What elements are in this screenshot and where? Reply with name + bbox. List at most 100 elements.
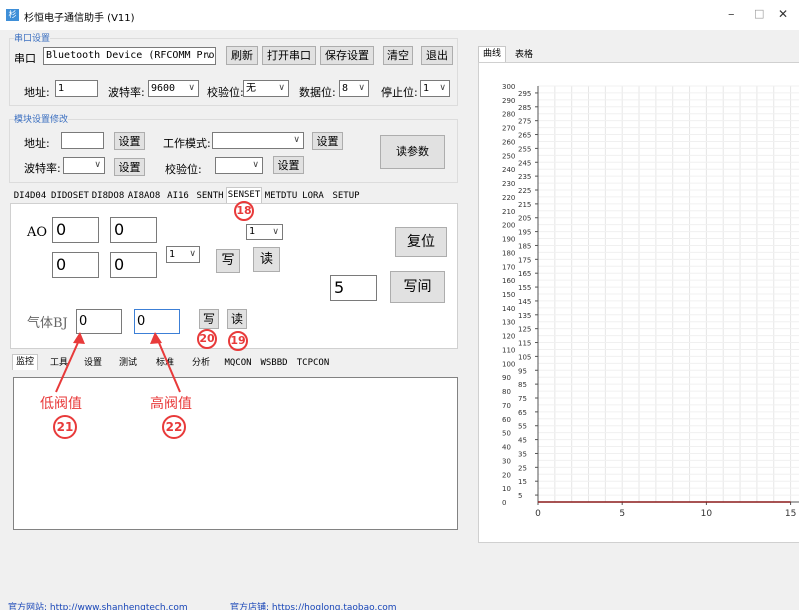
serial-settings-title: 串口设置 xyxy=(14,31,51,44)
stopbits-label: 停止位: xyxy=(381,86,418,99)
top-channel-select[interactable]: 1 ∨ xyxy=(246,224,283,240)
tab-analysis[interactable]: 分析 xyxy=(188,356,214,370)
module-address-set-button[interactable]: 设置 xyxy=(114,132,145,150)
module-baud-label: 波特率: xyxy=(24,162,61,175)
close-button[interactable]: ✕ xyxy=(778,7,788,21)
tab-monitor[interactable]: 监控 xyxy=(12,354,38,370)
tab-di4d04[interactable]: DI4D04 xyxy=(12,189,48,203)
tab-tools[interactable]: 工具 xyxy=(46,356,72,370)
chevron-down-icon: ∨ xyxy=(272,227,279,237)
y-tick-label: 45 xyxy=(518,437,527,445)
databits-select[interactable]: 8 ∨ xyxy=(339,80,369,97)
y-tick-label: 185 xyxy=(518,242,531,250)
ao-write-button[interactable]: 写 xyxy=(216,249,240,273)
y-tick-label: 125 xyxy=(518,326,531,334)
ao-read-button[interactable]: 读 xyxy=(253,247,280,272)
x-tick-label: 0 xyxy=(535,509,541,519)
tab-settings[interactable]: 设置 xyxy=(80,356,106,370)
module-baud-select[interactable]: ∨ xyxy=(63,157,105,174)
official-site-link[interactable]: 官方网站: http://www.shanhengtech.com xyxy=(8,600,188,610)
work-mode-select[interactable]: ∨ xyxy=(212,132,304,149)
ao-input-3[interactable]: 0 xyxy=(52,252,99,278)
y-tick-label: 70 xyxy=(502,402,511,410)
y-tick-label: 255 xyxy=(518,145,531,153)
y-tick-label: 285 xyxy=(518,104,531,112)
y-tick-label: 280 xyxy=(502,111,515,119)
interval-input[interactable]: 5 xyxy=(330,275,377,301)
y-tick-label: 0 xyxy=(502,499,506,507)
tab-test[interactable]: 测试 xyxy=(115,356,141,370)
y-tick-label: 145 xyxy=(518,298,531,306)
tab-mqcon[interactable]: MQCON xyxy=(222,356,254,370)
y-tick-label: 60 xyxy=(502,416,511,424)
tab-senth[interactable]: SENTH xyxy=(194,189,226,203)
read-params-button[interactable]: 读参数 xyxy=(380,135,445,169)
ao-input-4[interactable]: 0 xyxy=(110,252,157,278)
tab-wsbbd[interactable]: WSBBD xyxy=(258,356,290,370)
exit-button[interactable]: 退出 xyxy=(421,46,453,65)
y-tick-label: 40 xyxy=(502,444,511,452)
tab-ai8ao8[interactable]: AI8AO8 xyxy=(126,189,162,203)
annotation-19: 19 xyxy=(228,331,248,351)
module-parity-label: 校验位: xyxy=(165,163,202,176)
address-input[interactable]: 1 xyxy=(55,80,98,97)
open-port-button[interactable]: 打开串口 xyxy=(262,46,316,65)
y-tick-label: 95 xyxy=(518,367,527,375)
tab-curve[interactable]: 曲线 xyxy=(478,46,506,62)
save-settings-button[interactable]: 保存设置 xyxy=(320,46,374,65)
tab-di8do8[interactable]: DI8DO8 xyxy=(90,189,126,203)
y-tick-label: 105 xyxy=(518,353,531,361)
ao-input-1[interactable]: 0 xyxy=(52,217,99,243)
minimize-button[interactable]: – xyxy=(728,7,735,22)
stopbits-select-value: 1 xyxy=(423,83,430,94)
ao-channel-select[interactable]: 1 ∨ xyxy=(166,246,200,263)
y-tick-label: 130 xyxy=(502,319,515,327)
tab-didoset[interactable]: DIDOSET xyxy=(50,189,90,203)
gas-low-input[interactable]: 0 xyxy=(76,309,122,334)
y-tick-label: 250 xyxy=(502,152,515,160)
clear-button[interactable]: 清空 xyxy=(383,46,413,65)
tab-tcpcon[interactable]: TCPCON xyxy=(294,356,332,370)
y-tick-label: 55 xyxy=(518,423,527,431)
module-parity-select[interactable]: ∨ xyxy=(215,157,263,174)
y-tick-label: 165 xyxy=(518,270,531,278)
tab-table[interactable]: 表格 xyxy=(510,48,538,62)
gas-read-button[interactable]: 读 xyxy=(227,309,247,329)
baud-select[interactable]: 9600 ∨ xyxy=(148,80,199,97)
module-parity-set-button[interactable]: 设置 xyxy=(273,156,304,174)
y-tick-label: 225 xyxy=(518,187,531,195)
x-tick-label: 10 xyxy=(701,509,713,519)
databits-select-value: 8 xyxy=(342,83,349,94)
tab-metdtu[interactable]: METDTU xyxy=(263,189,299,203)
y-tick-label: 190 xyxy=(502,236,515,244)
tab-standard[interactable]: 标准 xyxy=(152,356,178,370)
y-tick-label: 65 xyxy=(518,409,527,417)
port-select[interactable]: Bluetooth Device (RFCOMM Protoc ∨ xyxy=(43,47,216,65)
maximize-button[interactable]: □ xyxy=(754,7,764,20)
work-mode-set-button[interactable]: 设置 xyxy=(312,132,343,150)
y-tick-label: 265 xyxy=(518,132,531,140)
y-tick-label: 175 xyxy=(518,256,531,264)
stopbits-select[interactable]: 1 ∨ xyxy=(420,80,450,97)
module-address-input[interactable] xyxy=(61,132,104,149)
reset-button[interactable]: 复位 xyxy=(395,227,447,257)
chevron-down-icon: ∨ xyxy=(358,83,365,93)
address-label: 地址: xyxy=(24,86,50,99)
parity-select[interactable]: 无 ∨ xyxy=(243,80,289,97)
tab-lora[interactable]: LORA xyxy=(300,189,326,203)
tab-setup[interactable]: SETUP xyxy=(330,189,362,203)
module-baud-set-button[interactable]: 设置 xyxy=(114,158,145,176)
tab-ai16[interactable]: AI16 xyxy=(164,189,192,203)
chevron-down-icon: ∨ xyxy=(189,249,196,259)
y-tick-label: 150 xyxy=(502,291,515,299)
write-interval-button[interactable]: 写间 xyxy=(390,271,445,303)
gas-write-button[interactable]: 写 xyxy=(199,309,219,329)
gas-high-input[interactable]: 0 xyxy=(134,309,180,334)
refresh-button[interactable]: 刷新 xyxy=(226,46,258,65)
ao-input-2[interactable]: 0 xyxy=(110,217,157,243)
official-shop-link[interactable]: 官方店铺: https://hoglong.taobao.com xyxy=(230,600,397,610)
y-tick-label: 85 xyxy=(518,381,527,389)
y-tick-label: 235 xyxy=(518,173,531,181)
annotation-20: 20 xyxy=(197,329,217,349)
y-tick-label: 160 xyxy=(502,277,515,285)
